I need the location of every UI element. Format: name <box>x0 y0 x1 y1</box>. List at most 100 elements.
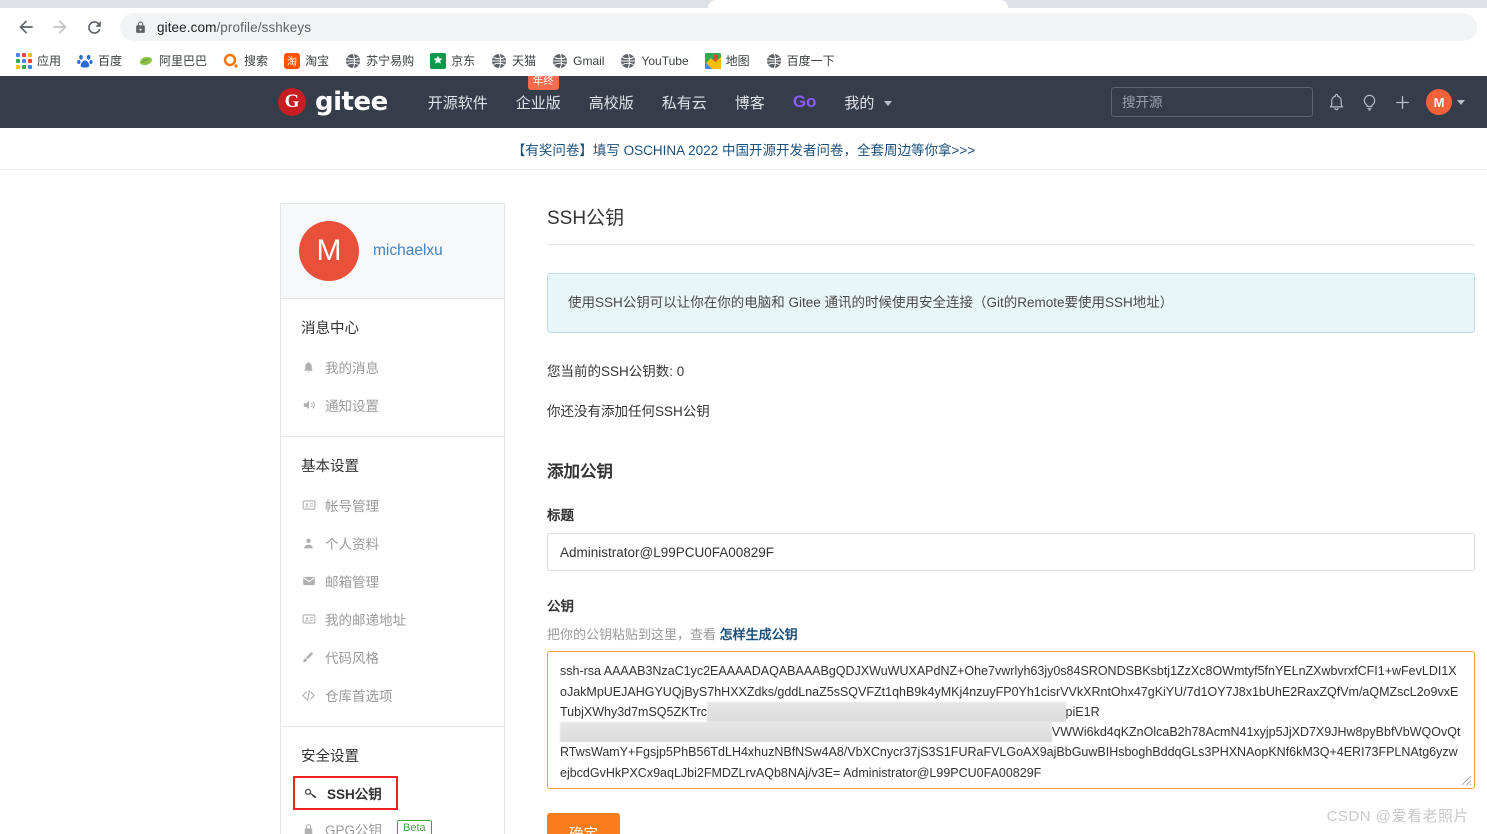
gitee-main-nav: 开源软件 企业版 年终 高校版 私有云 博客 Go 我的 <box>414 76 906 119</box>
how-to-generate-key-link[interactable]: 怎样生成公钥 <box>720 627 798 642</box>
bookmark-baiduyixia[interactable]: 百度一下 <box>758 49 843 72</box>
jd-icon <box>430 52 447 69</box>
bookmark-maps[interactable]: 地图 <box>697 49 758 72</box>
bell-icon[interactable] <box>1327 93 1346 112</box>
submit-key-button[interactable]: 确定 <box>547 813 620 834</box>
sidebar-item-email[interactable]: 邮箱管理 <box>281 562 504 600</box>
page-title: SSH公钥 <box>547 203 1475 245</box>
gitee-header: G gitee 开源软件 企业版 年终 高校版 私有云 博客 Go 我的 搜开源… <box>0 76 1487 128</box>
forward-button[interactable] <box>44 11 76 43</box>
settings-sidebar: M michaelxu 消息中心 我的消息 通知设置 基本设置 帐号管理 个人资… <box>280 203 505 834</box>
bookmark-label: YouTube <box>641 53 689 68</box>
sidebar-item-mail-address[interactable]: 我的邮递地址 <box>281 600 504 638</box>
announcement-link[interactable]: 【有奖问卷】填写 OSCHINA 2022 中国开源开发者问卷，全套周边等你拿>… <box>512 139 975 159</box>
url-text: gitee.com/profile/sshkeys <box>157 20 311 35</box>
bookmark-suning[interactable]: 苏宁易购 <box>337 49 422 72</box>
sidebar-item-profile[interactable]: 个人资料 <box>281 524 504 562</box>
nav-item-enterprise-label: 企业版 <box>515 94 561 112</box>
forward-arrow-icon <box>53 20 67 34</box>
sidebar-item-label: 我的消息 <box>325 361 379 376</box>
nav-item-campus[interactable]: 高校版 <box>575 86 648 119</box>
sidebar-item-my-messages[interactable]: 我的消息 <box>281 348 504 386</box>
sidebar-item-account[interactable]: 帐号管理 <box>281 486 504 524</box>
active-tab[interactable] <box>708 0 1008 8</box>
user-avatar-menu[interactable]: M <box>1426 89 1465 115</box>
key-textarea-wrapper: ssh-rsa AAAAB3NzaC1yc2EAAAADAQABAAABgQDJ… <box>547 651 1475 790</box>
sidebar-item-label: SSH公钥 <box>327 787 382 802</box>
globe-icon <box>492 53 507 68</box>
nav-item-blog[interactable]: 博客 <box>721 86 779 119</box>
bookmark-label: 阿里巴巴 <box>159 54 208 68</box>
sidebar-item-label: 代码风格 <box>325 651 379 666</box>
bookmark-label: 应用 <box>37 54 62 68</box>
search-input[interactable] <box>1111 87 1313 117</box>
address-bar[interactable]: gitee.com/profile/sshkeys <box>120 13 1477 41</box>
sidebar-item-code-style[interactable]: 代码风格 <box>281 638 504 676</box>
envelope-icon <box>301 574 316 588</box>
bookmark-label: 苏宁易购 <box>366 54 415 68</box>
key-hint-text: 把你的公钥粘贴到这里，查看 <box>547 627 720 643</box>
bookmark-alibaba[interactable]: 阿里巴巴 <box>130 49 215 72</box>
globe-icon <box>553 53 568 68</box>
key-text-part2: piE1R <box>1065 704 1100 719</box>
bookmark-label: 搜索 <box>244 54 269 68</box>
bookmark-label: Gmail <box>573 53 605 68</box>
plus-icon[interactable] <box>1393 93 1412 112</box>
lock-icon <box>301 823 316 834</box>
brush-icon <box>301 651 316 664</box>
bookmark-jd[interactable]: 京东 <box>422 49 483 72</box>
sidebar-item-gpg-keys[interactable]: GPG公钥 Beta <box>281 810 504 834</box>
ssh-key-textarea[interactable]: ssh-rsa AAAAB3NzaC1yc2EAAAADAQABAAABgQDJ… <box>547 651 1475 790</box>
nav-item-enterprise[interactable]: 企业版 年终 <box>502 76 575 119</box>
bookmark-gmail[interactable]: Gmail <box>544 50 612 72</box>
redacted-segment-1: XXXXXXXXXXXXXXXXXXXXXXXXXXXXXXXXXXXXXXXX… <box>707 701 1066 722</box>
key-field-hint: 把你的公钥粘贴到这里，查看 怎样生成公钥 <box>547 624 1475 643</box>
baidu-icon <box>77 54 93 68</box>
bookmark-label: 淘宝 <box>305 54 330 68</box>
sidebar-group-title: 安全设置 <box>301 749 359 765</box>
bookmark-baidu[interactable]: 百度 <box>69 49 130 72</box>
bookmarks-bar: 应用 百度 阿里巴巴 搜索 淘 淘宝 苏宁易购 京东 天猫 Gmail YouT… <box>0 46 1487 76</box>
sidebar-item-ssh-keys[interactable]: SSH公钥 <box>293 776 398 810</box>
nav-item-mine[interactable]: 我的 <box>830 86 905 119</box>
bookmark-search[interactable]: 搜索 <box>215 49 276 72</box>
taobao-icon: 淘 <box>284 52 301 69</box>
svg-text:淘: 淘 <box>287 55 297 68</box>
bookmark-apps[interactable]: 应用 <box>8 49 69 72</box>
bell-icon <box>301 361 316 374</box>
chevron-down-icon <box>883 101 892 107</box>
beta-badge: Beta <box>397 820 432 834</box>
sidebar-item-repo-preferences[interactable]: 仓库首选项 <box>281 676 504 714</box>
bookmark-tmall[interactable]: 天猫 <box>483 49 544 72</box>
sidebar-profile[interactable]: M michaelxu <box>281 204 504 299</box>
globe-icon <box>621 53 636 68</box>
sidebar-username: michaelxu <box>373 242 443 259</box>
lightbulb-icon[interactable] <box>1360 93 1379 112</box>
nav-item-opensource[interactable]: 开源软件 <box>414 86 502 119</box>
url-host: gitee.com <box>157 19 217 35</box>
sidebar-item-notification-settings[interactable]: 通知设置 <box>281 386 504 424</box>
bookmark-label: 百度一下 <box>786 54 835 68</box>
bookmark-label: 百度 <box>98 54 123 68</box>
tab-strip <box>0 0 1487 8</box>
back-arrow-icon <box>19 20 33 34</box>
sidebar-item-label: 帐号管理 <box>325 499 379 514</box>
title-field-label: 标题 <box>547 508 574 524</box>
bookmark-taobao[interactable]: 淘 淘宝 <box>276 49 337 72</box>
nav-item-privatecloud[interactable]: 私有云 <box>648 86 721 119</box>
back-button[interactable] <box>10 11 42 43</box>
nav-item-go[interactable]: Go <box>779 86 831 118</box>
reload-icon <box>87 20 101 34</box>
sidebar-group-messages: 消息中心 我的消息 通知设置 <box>281 299 504 437</box>
chevron-down-icon <box>1457 99 1465 105</box>
redacted-segment-2: XXXXXXXXXXXXXXXXXXXXXXXXXXXXXXXXXXXXXXXX… <box>560 722 1052 743</box>
bookmark-youtube[interactable]: YouTube <box>612 50 696 72</box>
globe-icon <box>346 53 361 68</box>
key-title-input[interactable] <box>547 533 1475 572</box>
sidebar-item-label: GPG公钥 <box>325 823 383 834</box>
speaker-icon <box>301 398 316 412</box>
gitee-logo[interactable]: G gitee <box>278 87 388 117</box>
reload-button[interactable] <box>78 11 110 43</box>
sidebar-item-label: 通知设置 <box>325 399 379 414</box>
avatar: M <box>299 221 359 281</box>
